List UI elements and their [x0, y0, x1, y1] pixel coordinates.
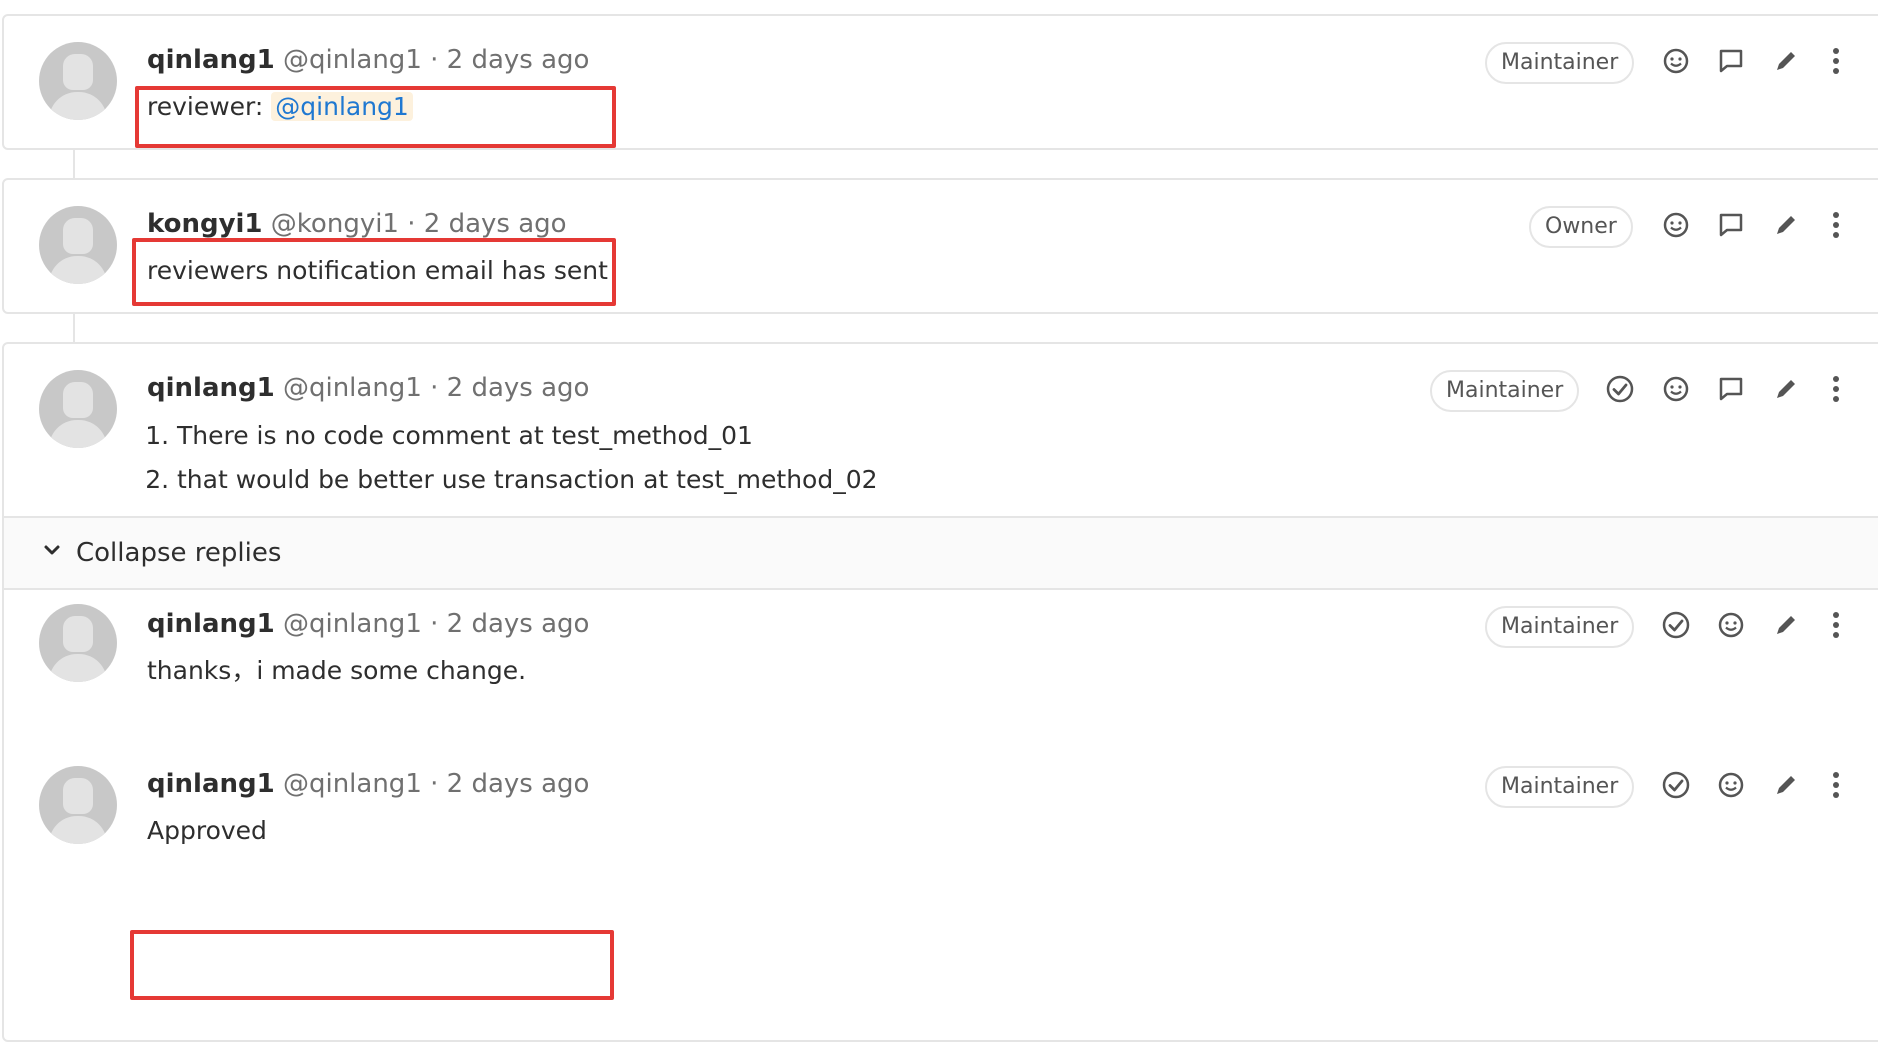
more-vertical-icon[interactable] — [1821, 210, 1851, 240]
list-item: that would be better use transaction at … — [177, 458, 878, 502]
pencil-icon[interactable] — [1771, 210, 1801, 240]
author-handle: @kongyi1 · 2 days ago — [270, 209, 567, 239]
collapse-replies-label: Collapse replies — [76, 538, 282, 568]
author-handle: @qinlang1 · 2 days ago — [282, 45, 590, 75]
resolve-icon[interactable] — [1661, 610, 1691, 640]
role-badge: Maintainer — [1485, 766, 1635, 808]
avatar[interactable] — [39, 370, 117, 448]
thread-connector — [73, 314, 75, 342]
author-handle: @qinlang1 · 2 days ago — [282, 609, 590, 639]
author-name[interactable]: qinlang1 — [147, 769, 275, 799]
note-card: kongyi1 @kongyi1 · 2 days ago reviewers … — [2, 178, 1878, 314]
list-item: There is no code comment at test_method_… — [177, 414, 878, 458]
chevron-down-icon — [42, 540, 62, 564]
more-vertical-icon[interactable] — [1821, 770, 1851, 800]
role-badge: Maintainer — [1485, 606, 1635, 648]
comment-icon[interactable] — [1716, 46, 1746, 76]
pencil-icon[interactable] — [1771, 46, 1801, 76]
note-header: qinlang1 @qinlang1 · 2 days ago — [147, 371, 589, 405]
note-list: There is no code comment at test_method_… — [147, 414, 878, 502]
highlight-box — [130, 930, 614, 1000]
author-handle: @qinlang1 · 2 days ago — [282, 769, 590, 799]
reply-note: qinlang1 @qinlang1 · 2 days ago Approved… — [4, 750, 1878, 900]
author-name[interactable]: kongyi1 — [147, 209, 263, 239]
resolve-icon[interactable] — [1605, 374, 1635, 404]
author-handle: @qinlang1 · 2 days ago — [282, 373, 590, 403]
author-name[interactable]: qinlang1 — [147, 609, 275, 639]
reply-note: qinlang1 @qinlang1 · 2 days ago thanks，i… — [4, 590, 1878, 750]
role-badge: Maintainer — [1485, 42, 1635, 84]
smiley-icon[interactable] — [1661, 374, 1691, 404]
highlight-box — [132, 238, 616, 306]
thread-connector — [73, 150, 75, 178]
note-header: qinlang1 @qinlang1 · 2 days ago — [147, 607, 589, 641]
note-card: qinlang1 @qinlang1 · 2 days ago reviewer… — [2, 14, 1878, 150]
role-badge: Maintainer — [1430, 370, 1580, 412]
note-text: thanks，i made some change. — [147, 656, 527, 685]
avatar[interactable] — [39, 766, 117, 844]
pencil-icon[interactable] — [1771, 374, 1801, 404]
role-badge: Owner — [1529, 206, 1633, 248]
note-text: Approved — [147, 816, 267, 845]
note-header: qinlang1 @qinlang1 · 2 days ago — [147, 43, 589, 77]
smiley-icon[interactable] — [1716, 610, 1746, 640]
avatar[interactable] — [39, 206, 117, 284]
author-name[interactable]: qinlang1 — [147, 45, 275, 75]
smiley-icon[interactable] — [1661, 46, 1691, 76]
collapse-replies-toggle[interactable]: Collapse replies — [4, 516, 1878, 590]
smiley-icon[interactable] — [1661, 210, 1691, 240]
comment-icon[interactable] — [1716, 374, 1746, 404]
comment-icon[interactable] — [1716, 210, 1746, 240]
author-name[interactable]: qinlang1 — [147, 373, 275, 403]
note-header: qinlang1 @qinlang1 · 2 days ago — [147, 767, 589, 801]
highlight-box — [135, 86, 616, 148]
note: qinlang1 @qinlang1 · 2 days ago There is… — [4, 344, 1878, 516]
more-vertical-icon[interactable] — [1821, 610, 1851, 640]
avatar[interactable] — [39, 604, 117, 682]
pencil-icon[interactable] — [1771, 610, 1801, 640]
avatar[interactable] — [39, 42, 117, 120]
note-header: kongyi1 @kongyi1 · 2 days ago — [147, 207, 567, 241]
more-vertical-icon[interactable] — [1821, 46, 1851, 76]
resolve-icon[interactable] — [1661, 770, 1691, 800]
smiley-icon[interactable] — [1716, 770, 1746, 800]
more-vertical-icon[interactable] — [1821, 374, 1851, 404]
pencil-icon[interactable] — [1771, 770, 1801, 800]
